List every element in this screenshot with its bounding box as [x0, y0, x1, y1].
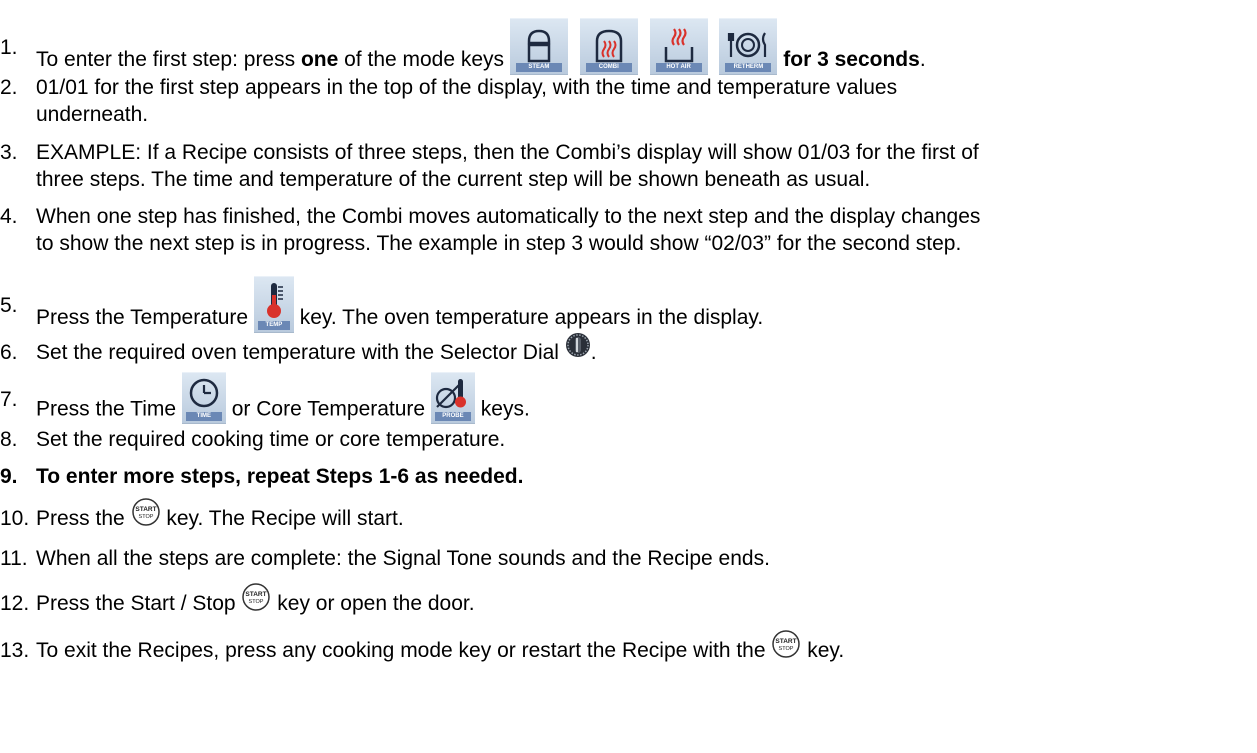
- step-number: 3.: [0, 141, 18, 164]
- step-number: 4.: [0, 205, 18, 228]
- step-number: 12.: [0, 592, 30, 615]
- svg-text:START: START: [246, 591, 267, 598]
- hot-air-key-icon: HOT AIR: [649, 18, 708, 75]
- step-number: 10.: [0, 507, 30, 530]
- svg-text:START: START: [135, 506, 156, 513]
- combi-key-icon: COMBI: [579, 18, 638, 75]
- step-number: 1.: [0, 36, 18, 59]
- temperature-key-icon: TEMP: [253, 276, 294, 333]
- core-temperature-probe-key-icon: PROBE: [430, 372, 475, 424]
- step-number: 2.: [0, 76, 18, 99]
- step-number: 11.: [0, 547, 28, 570]
- step-number: 6.: [0, 341, 18, 364]
- step-number: 13.: [0, 639, 30, 662]
- step-number: 7.: [0, 388, 18, 411]
- selector-dial-icon: [565, 332, 591, 358]
- step-number: 5.: [0, 294, 18, 317]
- steam-key-icon: STEAM: [509, 18, 568, 75]
- start-stop-key-icon: START STOP: [771, 629, 801, 659]
- svg-text:STOP: STOP: [779, 646, 794, 652]
- step-number: 9.: [0, 465, 18, 488]
- svg-text:START: START: [776, 638, 797, 645]
- time-key-icon: TIME: [181, 372, 226, 424]
- start-stop-key-icon: START STOP: [131, 497, 161, 527]
- start-stop-key-icon: START STOP: [241, 582, 271, 612]
- svg-text:STOP: STOP: [249, 599, 264, 605]
- retherm-key-icon: RETHERM: [719, 18, 778, 75]
- svg-text:STOP: STOP: [138, 514, 153, 520]
- step-number: 8.: [0, 428, 18, 451]
